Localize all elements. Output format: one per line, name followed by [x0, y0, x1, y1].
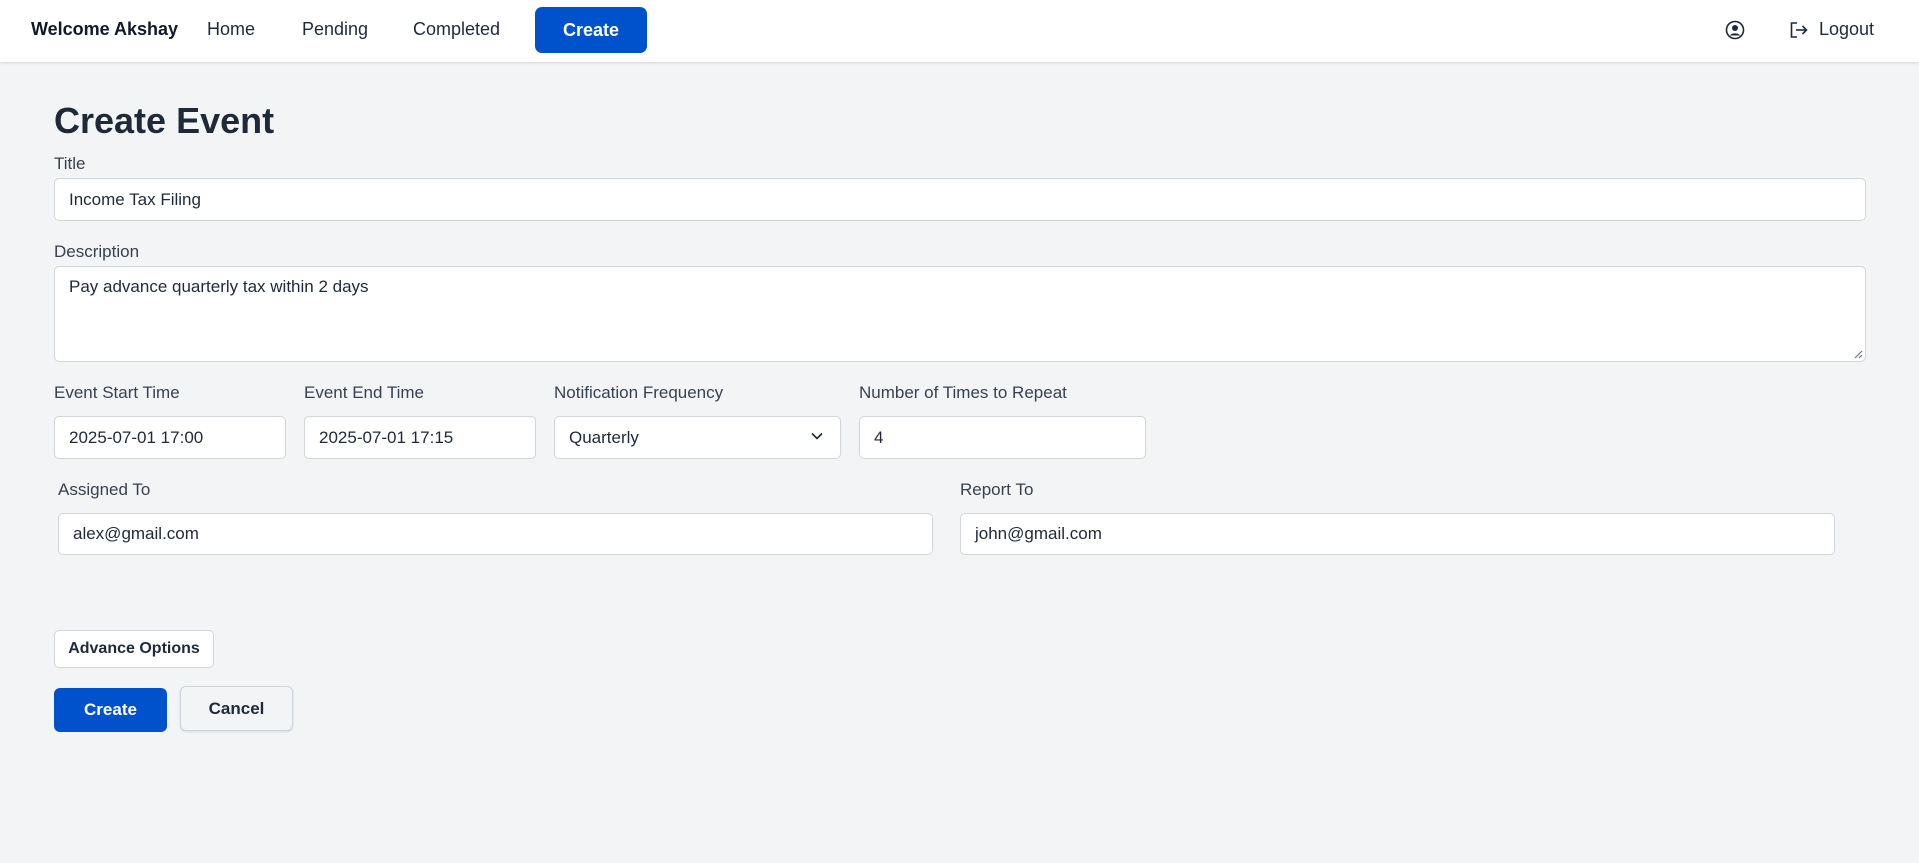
nav-pending-link[interactable]: Pending [302, 19, 368, 40]
description-label: Description [54, 242, 140, 261]
top-navbar: Welcome Akshay Home Pending Completed Cr… [0, 0, 1919, 62]
cancel-button[interactable]: Cancel [180, 686, 293, 731]
title-label: Title [54, 154, 86, 173]
page-title: Create Event [54, 100, 275, 141]
chevron-down-icon [811, 432, 823, 440]
assigned-to-label: Assigned To [58, 480, 151, 499]
description-textarea[interactable]: Pay advance quarterly tax within 2 days [54, 266, 1866, 362]
frequency-select[interactable]: Quarterly [554, 416, 841, 459]
frequency-selected-value: Quarterly [569, 427, 639, 447]
report-to-label: Report To [960, 480, 1034, 499]
welcome-text: Welcome Akshay [31, 19, 179, 39]
resize-handle-icon[interactable] [1853, 349, 1863, 359]
nav-completed-link[interactable]: Completed [413, 19, 500, 40]
assigned-to-input[interactable]: alex@gmail.com [58, 513, 933, 555]
user-circle-icon[interactable] [1725, 20, 1745, 40]
logout-icon [1790, 21, 1808, 38]
title-input[interactable]: Income Tax Filing [54, 178, 1866, 221]
description-text: Pay advance quarterly tax within 2 days [69, 277, 369, 296]
repeat-count-input[interactable]: 4 [859, 416, 1146, 459]
logout-button[interactable]: Logout [1789, 19, 1874, 40]
create-button[interactable]: Create [54, 688, 167, 732]
nav-home-link[interactable]: Home [207, 19, 255, 40]
logout-label: Logout [1819, 19, 1875, 39]
frequency-label: Notification Frequency [554, 383, 724, 402]
start-time-label: Event Start Time [54, 383, 180, 402]
nav-create-button[interactable]: Create [535, 7, 647, 53]
repeat-label: Number of Times to Repeat [859, 383, 1067, 402]
advance-options-button[interactable]: Advance Options [54, 630, 214, 668]
end-time-input[interactable]: 2025-07-01 17:15 [304, 416, 536, 459]
end-time-label: Event End Time [304, 383, 425, 402]
report-to-input[interactable]: john@gmail.com [960, 513, 1835, 555]
start-time-input[interactable]: 2025-07-01 17:00 [54, 416, 286, 459]
